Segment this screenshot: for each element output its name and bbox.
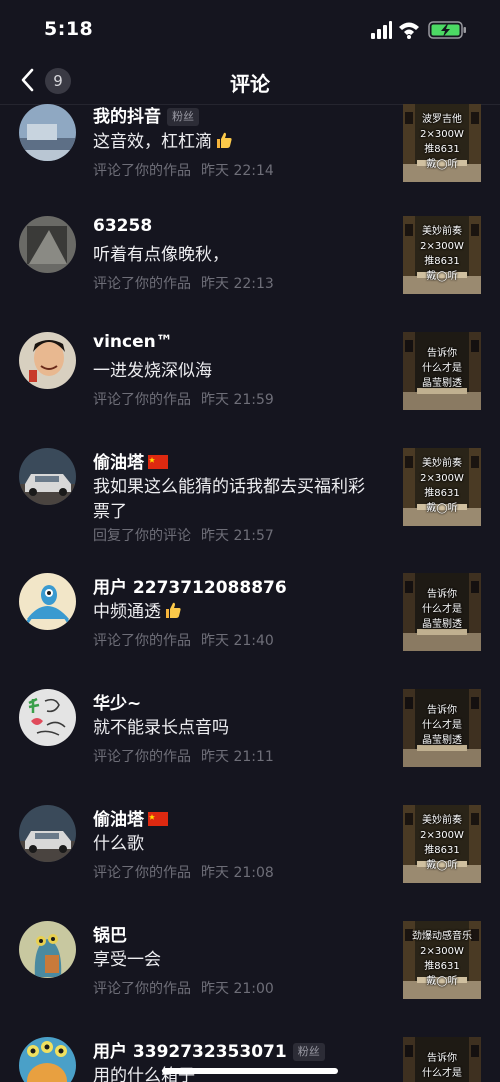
thumbnail-caption: 波罗吉他 2×300W 推8631 戴◯听: [420, 114, 464, 170]
comment-row[interactable]: 用户 2273712088876 中频通透 评论了你的作品 昨天 21:40 告诉…: [0, 554, 500, 670]
comment-row[interactable]: vincen™ 一进发烧深似海 评论了你的作品 昨天 21:59 告诉你 什么才是…: [0, 312, 500, 428]
timestamp: 昨天 21:57: [201, 528, 274, 544]
comment-text: 中频通透: [93, 600, 371, 625]
username[interactable]: 华少~: [93, 689, 141, 714]
comment-meta: 评论了你的作品 昨天 21:40: [93, 633, 274, 649]
username[interactable]: 偷油塔: [93, 805, 168, 830]
status-time: 5:18: [44, 18, 94, 40]
avatar[interactable]: [19, 689, 76, 746]
thumbnail-caption: 劲爆动感音乐 2×300W 推8631 戴◯听: [412, 931, 472, 987]
comment-row[interactable]: 63258 听着有点像晚秋， 评论了你的作品 昨天 22:13 美妙前奏 2×30…: [0, 196, 500, 312]
timestamp: 昨天 21:40: [201, 633, 274, 649]
timestamp: 昨天 22:14: [201, 163, 274, 179]
avatar[interactable]: [19, 104, 76, 161]
comment-row[interactable]: 偷油塔 什么歌 评论了你的作品 昨天 21:08 美妙前奏 2×300W 推863…: [0, 785, 500, 901]
video-thumbnail[interactable]: 波罗吉他 2×300W 推8631 戴◯听: [403, 104, 481, 182]
status-bar: 5:18: [0, 0, 500, 58]
fan-tag: 粉丝: [292, 1043, 325, 1061]
timestamp: 昨天 21:11: [201, 749, 274, 765]
avatar[interactable]: [19, 1037, 76, 1082]
fan-tag: 粉丝: [167, 108, 199, 126]
video-thumbnail[interactable]: 告诉你 什么才是 晶莹剔透: [403, 573, 481, 651]
thumbnail-caption: 美妙前奏 2×300W 推8631 戴◯听: [420, 226, 464, 282]
china-flag-icon: [148, 812, 168, 826]
page-title: 评论: [230, 72, 270, 96]
comment-text: 就不能录长点音吗: [93, 718, 229, 738]
comment-meta: 回复了你的评论 昨天 21:57: [93, 528, 274, 544]
video-thumbnail[interactable]: 告诉你 什么才是 晶莹剔透: [403, 332, 481, 410]
thumbnail-caption: 美妙前奏 2×300W 推8631 戴◯听: [420, 458, 464, 514]
thumbnail-caption: 告诉你 什么才是 晶莹剔透: [422, 348, 462, 389]
username[interactable]: 偷油塔: [93, 448, 168, 473]
comment-text: 什么歌: [93, 834, 144, 854]
comment-text: 一进发烧深似海: [93, 361, 212, 381]
signal-icon: [371, 21, 392, 39]
comment-meta: 评论了你的作品 昨天 21:11: [93, 749, 274, 765]
comment-row[interactable]: 华少~ 就不能录长点音吗 评论了你的作品 昨天 21:11 告诉你 什么才是 晶莹…: [0, 669, 500, 785]
timestamp: 昨天 21:59: [201, 392, 274, 408]
thumbnail-caption: 告诉你 什么才是 晶莹剔透: [422, 705, 462, 746]
comment-row[interactable]: 锅巴 享受一会 评论了你的作品 昨天 21:00 劲爆动感音乐 2×300W 推8…: [0, 901, 500, 1017]
video-thumbnail[interactable]: 美妙前奏 2×300W 推8631 戴◯听: [403, 805, 481, 883]
video-thumbnail[interactable]: 告诉你 什么才是 晶莹剔透: [403, 689, 481, 767]
username[interactable]: vincen™: [93, 332, 173, 352]
comment-text: 我如果这么能猜的话我都去买福利彩票了: [93, 477, 365, 522]
comment-meta: 评论了你的作品 昨天 21:00: [93, 981, 274, 997]
timestamp: 昨天 21:00: [201, 981, 274, 997]
avatar[interactable]: [19, 921, 76, 978]
comment-meta: 评论了你的作品 昨天 22:14: [93, 163, 274, 179]
thumbnail-caption: 告诉你 什么才是 晶莹剔透: [422, 589, 462, 630]
avatar[interactable]: [19, 805, 76, 862]
thumbs-up-icon: [166, 602, 181, 618]
avatar[interactable]: [19, 332, 76, 389]
wifi-icon: [399, 22, 419, 39]
comment-text: 这音效，杠杠滴: [93, 130, 371, 155]
timestamp: 昨天 22:13: [201, 276, 274, 292]
comment-text: 享受一会: [93, 950, 161, 970]
avatar[interactable]: [19, 216, 76, 273]
thumbs-up-icon: [217, 132, 232, 148]
home-indicator[interactable]: [162, 1068, 338, 1074]
comment-text: 听着有点像晚秋，: [93, 245, 229, 265]
comment-row[interactable]: 偷油塔 我如果这么能猜的话我都去买福利彩票了 回复了你的评论 昨天 21:57 美…: [0, 428, 500, 544]
username[interactable]: 用户 2273712088876: [93, 573, 287, 598]
username[interactable]: 63258: [93, 216, 152, 236]
china-flag-icon: [148, 455, 168, 469]
comment-meta: 评论了你的作品 昨天 21:08: [93, 865, 274, 881]
nav-bar: 9 评论: [0, 58, 500, 105]
username[interactable]: 我的抖音 粉丝: [93, 104, 199, 127]
comment-row[interactable]: 我的抖音 粉丝 这音效，杠杠滴 评论了你的作品 昨天 22:14 波罗吉他 2×30…: [0, 104, 500, 196]
video-thumbnail[interactable]: 劲爆动感音乐 2×300W 推8631 戴◯听: [403, 921, 481, 999]
battery-charging-icon: [428, 21, 466, 39]
thumbnail-caption: 告诉你 什么才是: [422, 1053, 462, 1079]
thumbnail-caption: 美妙前奏 2×300W 推8631 戴◯听: [420, 815, 464, 871]
video-thumbnail[interactable]: 美妙前奏 2×300W 推8631 戴◯听: [403, 448, 481, 526]
comment-meta: 评论了你的作品 昨天 22:13: [93, 276, 274, 292]
video-thumbnail[interactable]: 美妙前奏 2×300W 推8631 戴◯听: [403, 216, 481, 294]
avatar[interactable]: [19, 573, 76, 630]
username[interactable]: 用户 3392732353071 粉丝: [93, 1037, 325, 1062]
username[interactable]: 锅巴: [93, 921, 127, 946]
comment-meta: 评论了你的作品 昨天 21:59: [93, 392, 274, 408]
comment-list[interactable]: 我的抖音 粉丝 这音效，杠杠滴 评论了你的作品 昨天 22:14 波罗吉他 2×30…: [0, 104, 500, 1082]
timestamp: 昨天 21:08: [201, 865, 274, 881]
video-thumbnail[interactable]: 告诉你 什么才是: [403, 1037, 481, 1082]
avatar[interactable]: [19, 448, 76, 505]
